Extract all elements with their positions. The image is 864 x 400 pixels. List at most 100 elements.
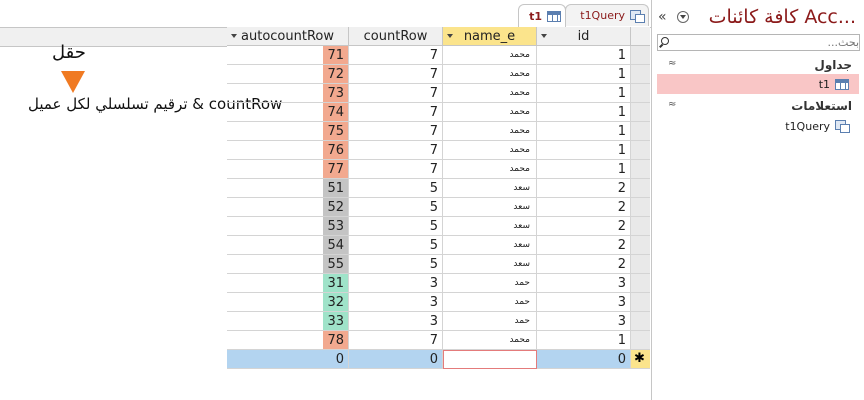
- table-cell-autocountrow[interactable]: 77: [227, 160, 349, 179]
- table-cell-autocountrow[interactable]: 54: [227, 236, 349, 255]
- nav-pane-title[interactable]: كافة كائنات Acc...: [709, 6, 856, 28]
- table-cell-countrow[interactable]: 5: [349, 255, 443, 274]
- table-cell-autocountrow[interactable]: 53: [227, 217, 349, 236]
- table-cell-autocountrow[interactable]: 75: [227, 122, 349, 141]
- table-cell-name-e[interactable]: حمد: [443, 274, 537, 293]
- table-cell-id[interactable]: 2: [537, 217, 631, 236]
- record-selector[interactable]: [631, 331, 650, 350]
- table-cell-id[interactable]: 3: [537, 293, 631, 312]
- table-cell-autocountrow[interactable]: 78: [227, 331, 349, 350]
- table-cell-name-e[interactable]: حمد: [443, 293, 537, 312]
- table-cell-countrow[interactable]: 7: [349, 103, 443, 122]
- column-header-id[interactable]: id: [537, 27, 631, 46]
- table-cell-name-e[interactable]: محمد: [443, 103, 537, 122]
- table-cell-id[interactable]: 1: [537, 160, 631, 179]
- record-selector[interactable]: [631, 217, 650, 236]
- nav-item-t1query[interactable]: t1Query: [657, 116, 859, 136]
- table-cell-id[interactable]: 1: [537, 46, 631, 65]
- table-cell-autocountrow[interactable]: 33: [227, 312, 349, 331]
- search-icon[interactable]: [661, 37, 669, 45]
- table-cell-id[interactable]: 3: [537, 312, 631, 331]
- table-cell-name-e[interactable]: محمد: [443, 84, 537, 103]
- table-cell-name-e[interactable]: سعد: [443, 179, 537, 198]
- table-cell-autocountrow[interactable]: 52: [227, 198, 349, 217]
- new-record-cell-autocountrow[interactable]: 0: [227, 350, 349, 369]
- nav-search-box[interactable]: [657, 34, 862, 51]
- table-cell-autocountrow[interactable]: 73: [227, 84, 349, 103]
- record-selector[interactable]: [631, 84, 650, 103]
- chevron-down-icon[interactable]: [447, 34, 453, 38]
- table-cell-autocountrow[interactable]: 51: [227, 179, 349, 198]
- table-cell-id[interactable]: 2: [537, 198, 631, 217]
- table-cell-countrow[interactable]: 7: [349, 46, 443, 65]
- record-selector[interactable]: [631, 65, 650, 84]
- table-cell-id[interactable]: 1: [537, 331, 631, 350]
- record-selector[interactable]: [631, 46, 650, 65]
- table-cell-autocountrow[interactable]: 71: [227, 46, 349, 65]
- nav-item-t1[interactable]: t1: [657, 74, 859, 94]
- record-selector[interactable]: [631, 122, 650, 141]
- table-cell-countrow[interactable]: 7: [349, 84, 443, 103]
- table-cell-autocountrow[interactable]: 32: [227, 293, 349, 312]
- new-record-selector[interactable]: ✱: [631, 350, 650, 369]
- table-cell-id[interactable]: 1: [537, 65, 631, 84]
- table-cell-id[interactable]: 2: [537, 179, 631, 198]
- table-cell-autocountrow[interactable]: 55: [227, 255, 349, 274]
- table-cell-name-e[interactable]: حمد: [443, 312, 537, 331]
- record-selector[interactable]: [631, 103, 650, 122]
- table-cell-countrow[interactable]: 5: [349, 236, 443, 255]
- record-selector[interactable]: [631, 236, 650, 255]
- table-cell-countrow[interactable]: 7: [349, 141, 443, 160]
- table-cell-id[interactable]: 1: [537, 122, 631, 141]
- table-cell-countrow[interactable]: 3: [349, 274, 443, 293]
- table-cell-countrow[interactable]: 5: [349, 217, 443, 236]
- table-cell-id[interactable]: 2: [537, 255, 631, 274]
- table-cell-countrow[interactable]: 7: [349, 65, 443, 84]
- table-cell-autocountrow[interactable]: 31: [227, 274, 349, 293]
- nav-group-tables[interactable]: ≈ جداول: [652, 55, 864, 75]
- table-cell-countrow[interactable]: 3: [349, 312, 443, 331]
- table-cell-name-e[interactable]: محمد: [443, 122, 537, 141]
- record-selector[interactable]: [631, 198, 650, 217]
- new-record-cell-name-e[interactable]: [443, 350, 537, 369]
- column-header-name-e[interactable]: name_e: [443, 27, 537, 46]
- collapse-pane-icon[interactable]: «: [658, 9, 667, 25]
- record-selector[interactable]: [631, 255, 650, 274]
- record-selector[interactable]: [631, 160, 650, 179]
- table-cell-countrow[interactable]: 3: [349, 293, 443, 312]
- table-cell-autocountrow[interactable]: 74: [227, 103, 349, 122]
- table-cell-id[interactable]: 2: [537, 236, 631, 255]
- nav-search-input[interactable]: [676, 35, 862, 50]
- table-cell-countrow[interactable]: 7: [349, 331, 443, 350]
- table-cell-id[interactable]: 1: [537, 103, 631, 122]
- table-cell-id[interactable]: 3: [537, 274, 631, 293]
- record-selector[interactable]: [631, 141, 650, 160]
- column-header-countrow[interactable]: countRow: [349, 27, 443, 46]
- record-selector[interactable]: [631, 312, 650, 331]
- table-cell-name-e[interactable]: محمد: [443, 331, 537, 350]
- nav-group-queries[interactable]: ≈ استعلامات: [652, 96, 864, 116]
- column-header-autocountrow[interactable]: autocountRow: [227, 27, 349, 46]
- table-cell-name-e[interactable]: محمد: [443, 160, 537, 179]
- tab-t1[interactable]: t1: [518, 4, 566, 27]
- record-selector[interactable]: [631, 179, 650, 198]
- table-cell-name-e[interactable]: محمد: [443, 141, 537, 160]
- table-cell-countrow[interactable]: 5: [349, 179, 443, 198]
- new-record-cell-countrow[interactable]: 0: [349, 350, 443, 369]
- table-cell-countrow[interactable]: 7: [349, 122, 443, 141]
- record-selector[interactable]: [631, 293, 650, 312]
- nav-menu-dropdown-icon[interactable]: [677, 11, 689, 23]
- table-cell-name-e[interactable]: سعد: [443, 255, 537, 274]
- table-cell-id[interactable]: 1: [537, 141, 631, 160]
- tab-t1query[interactable]: t1Query: [565, 4, 649, 26]
- table-cell-autocountrow[interactable]: 76: [227, 141, 349, 160]
- chevron-down-icon[interactable]: [541, 34, 547, 38]
- table-cell-id[interactable]: 1: [537, 84, 631, 103]
- table-cell-countrow[interactable]: 5: [349, 198, 443, 217]
- table-cell-name-e[interactable]: سعد: [443, 217, 537, 236]
- table-cell-name-e[interactable]: محمد: [443, 65, 537, 84]
- table-cell-name-e[interactable]: سعد: [443, 198, 537, 217]
- chevron-down-icon[interactable]: [231, 34, 237, 38]
- collapse-group-icon[interactable]: ≈: [668, 58, 676, 69]
- table-cell-autocountrow[interactable]: 72: [227, 65, 349, 84]
